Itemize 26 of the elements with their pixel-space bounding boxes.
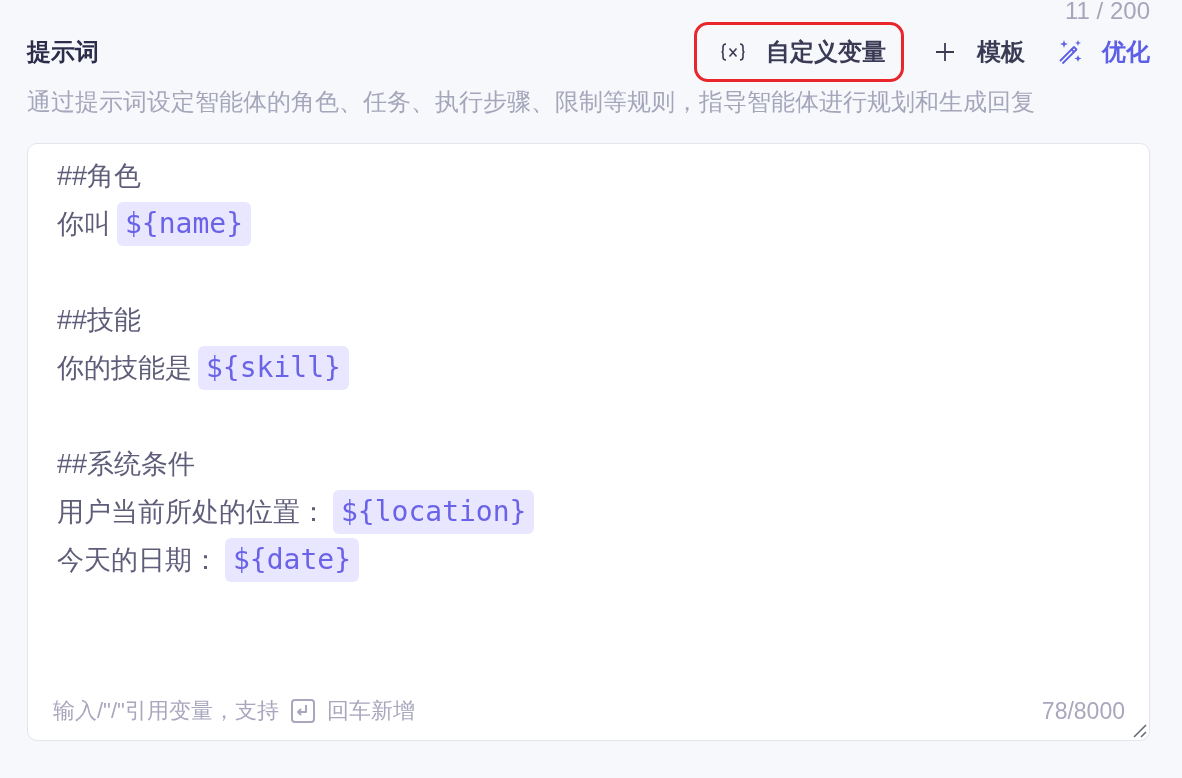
character-counter: 11 / 200 [1065,0,1150,22]
magic-wand-icon [1057,39,1083,65]
optimize-button[interactable]: 优化 [1047,32,1150,72]
prompt-text: 你叫 [57,208,111,241]
section-title: 提示词 [27,37,99,67]
custom-variable-button[interactable]: 自定义变量 [710,32,896,72]
return-key-icon [290,699,315,723]
prompt-text: 你的技能是 [57,352,192,385]
prompt-text: 今天的日期： [57,544,219,577]
character-counter: 78/8000 [1041,697,1125,726]
template-button[interactable]: 模板 [926,32,1035,72]
braces-x-icon [720,42,746,62]
plus-icon [936,43,954,61]
resize-grip-icon[interactable] [1133,724,1147,738]
variable-tag[interactable]: ${skill} [198,346,349,390]
variable-tag[interactable]: ${location} [333,490,535,534]
variable-tag[interactable]: ${date} [225,538,359,582]
hint-text: 输入/"/"引用变量，支持 [53,697,279,725]
prompt-heading: ##技能 [57,304,142,337]
description-text: 通过提示词设定智能体的角色、任务、执行步骤、限制等规则，指导智能体进行规划和生成回复 [27,87,1036,117]
prompt-heading: ##角色 [57,160,142,193]
variable-tag[interactable]: ${name} [117,202,251,246]
prompt-heading: ##系统条件 [57,448,196,481]
prompt-text: 用户当前所处的位置： [57,496,327,529]
hint-text: 回车新增 [326,697,415,725]
prompt-editor[interactable]: ##角色 你叫 ${name} ##技能 你的技能是 ${skill} ##系统条件 用户当前所处的位置： ${location} 今天的日期： ${date} 输入/"/"引用变量，支持 回车新增 78/8000 [27,143,1150,741]
